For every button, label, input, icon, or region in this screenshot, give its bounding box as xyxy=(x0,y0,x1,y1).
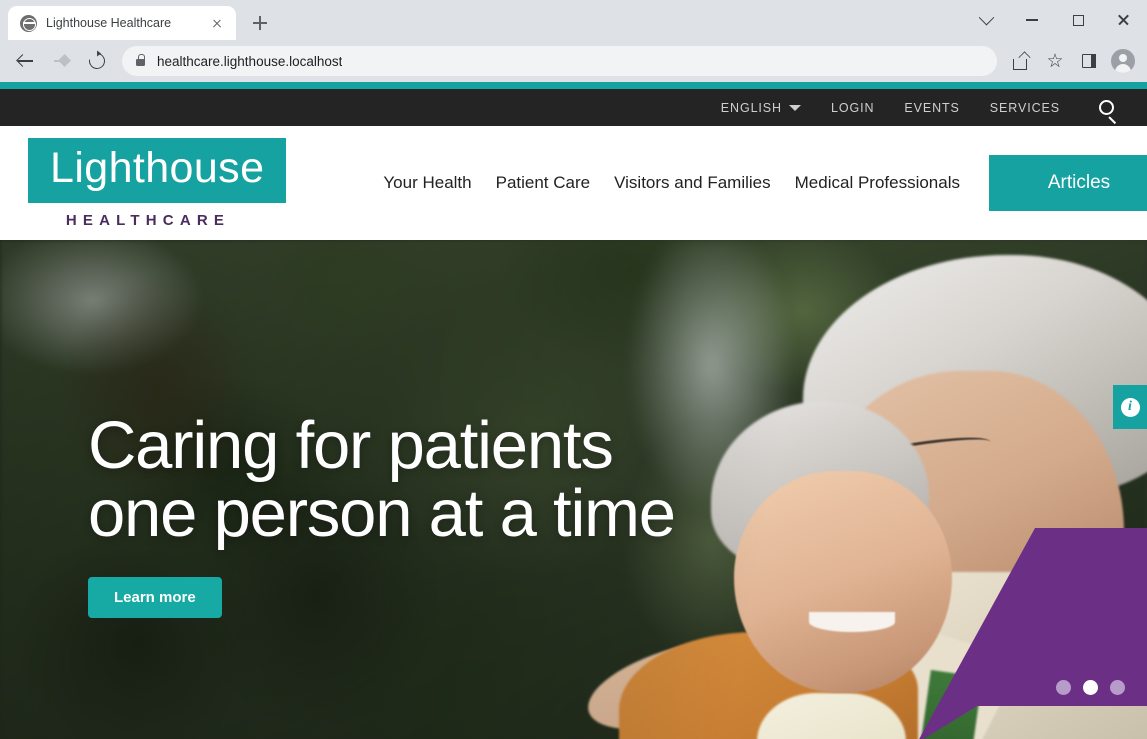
carousel-dot-2[interactable] xyxy=(1083,680,1098,695)
purple-wedge-decoration xyxy=(917,528,1147,739)
side-panel-icon xyxy=(1082,54,1096,68)
utility-link-login[interactable]: LOGIN xyxy=(816,101,889,115)
window-controls xyxy=(963,0,1147,40)
learn-more-button[interactable]: Learn more xyxy=(88,576,222,618)
bookmark-star-icon: ☆ xyxy=(1046,50,1064,72)
bookmark-button[interactable]: ☆ xyxy=(1039,45,1071,77)
nav-item-your-health[interactable]: Your Health xyxy=(371,173,483,193)
site-header: Lighthouse HEALTHCARE Your Health Patien… xyxy=(0,126,1147,240)
maximize-button[interactable] xyxy=(1055,0,1101,40)
utility-link-events[interactable]: EVENTS xyxy=(889,101,974,115)
browser-toolbar: healthcare.lighthouse.localhost ☆ xyxy=(0,40,1147,82)
profile-button[interactable] xyxy=(1107,45,1139,77)
profile-avatar-icon xyxy=(1111,49,1135,73)
browser-chrome: Lighthouse Healthcare healthcare.lightho… xyxy=(0,0,1147,82)
utility-link-services[interactable]: SERVICES xyxy=(975,101,1075,115)
hero-title-line-2: one person at a time xyxy=(88,476,676,552)
hero-banner: Caring for patients one person at a time… xyxy=(0,240,1147,739)
site-logo[interactable]: Lighthouse HEALTHCARE xyxy=(28,137,287,229)
close-icon xyxy=(1118,14,1130,26)
address-bar[interactable]: healthcare.lighthouse.localhost xyxy=(122,46,997,76)
side-panel-button[interactable] xyxy=(1073,45,1105,77)
minimize-button[interactable] xyxy=(1009,0,1055,40)
accent-band xyxy=(0,82,1147,89)
carousel-dot-1[interactable] xyxy=(1056,680,1071,695)
lock-icon xyxy=(136,54,146,67)
chevron-down-icon xyxy=(978,9,994,25)
language-label: ENGLISH xyxy=(720,100,782,115)
minimize-icon xyxy=(1026,19,1038,21)
forward-button[interactable] xyxy=(44,44,78,78)
maximize-icon xyxy=(1072,14,1084,26)
logo-subtitle: HEALTHCARE xyxy=(65,211,231,229)
info-icon: i xyxy=(1120,397,1140,417)
logo-box: Lighthouse xyxy=(28,137,287,203)
tab-title: Lighthouse Healthcare xyxy=(46,16,172,30)
share-icon xyxy=(1012,53,1030,70)
url-text: healthcare.lighthouse.localhost xyxy=(157,53,343,69)
share-button[interactable] xyxy=(1005,45,1037,77)
reload-button[interactable] xyxy=(80,44,114,78)
carousel-dots xyxy=(1056,680,1125,695)
hero-content: Caring for patients one person at a time… xyxy=(88,411,676,618)
nav-item-visitors-and-families[interactable]: Visitors and Families xyxy=(602,173,783,193)
search-button[interactable] xyxy=(1083,89,1129,126)
info-tab-button[interactable]: i xyxy=(1113,385,1147,429)
hero-title-line-1: Caring for patients xyxy=(88,408,614,483)
tab-search-button[interactable] xyxy=(963,0,1009,40)
arrow-right-icon xyxy=(53,53,70,70)
nav-item-medical-professionals[interactable]: Medical Professionals xyxy=(783,173,972,193)
close-icon[interactable] xyxy=(208,14,226,32)
language-selector[interactable]: ENGLISH xyxy=(706,101,816,115)
search-icon xyxy=(1098,100,1114,115)
close-window-button[interactable] xyxy=(1101,0,1147,40)
hero-title: Caring for patients one person at a time xyxy=(88,411,676,552)
arrow-left-icon xyxy=(17,53,34,70)
utility-nav: ENGLISH LOGIN EVENTS SERVICES xyxy=(0,89,1147,126)
reload-icon xyxy=(85,49,109,73)
page-content: ENGLISH LOGIN EVENTS SERVICES Lighthouse… xyxy=(0,82,1147,739)
browser-tab[interactable]: Lighthouse Healthcare xyxy=(8,6,236,40)
tab-strip: Lighthouse Healthcare xyxy=(0,0,1147,40)
main-nav: Your Health Patient Care Visitors and Fa… xyxy=(264,126,1147,240)
globe-icon xyxy=(20,14,37,32)
new-tab-button[interactable] xyxy=(246,9,274,37)
carousel-dot-3[interactable] xyxy=(1110,680,1125,695)
chevron-down-icon xyxy=(788,104,801,111)
back-button[interactable] xyxy=(8,44,42,78)
nav-item-patient-care[interactable]: Patient Care xyxy=(484,173,603,193)
logo-word: Lighthouse xyxy=(50,143,265,192)
articles-button[interactable]: Articles xyxy=(989,155,1147,211)
